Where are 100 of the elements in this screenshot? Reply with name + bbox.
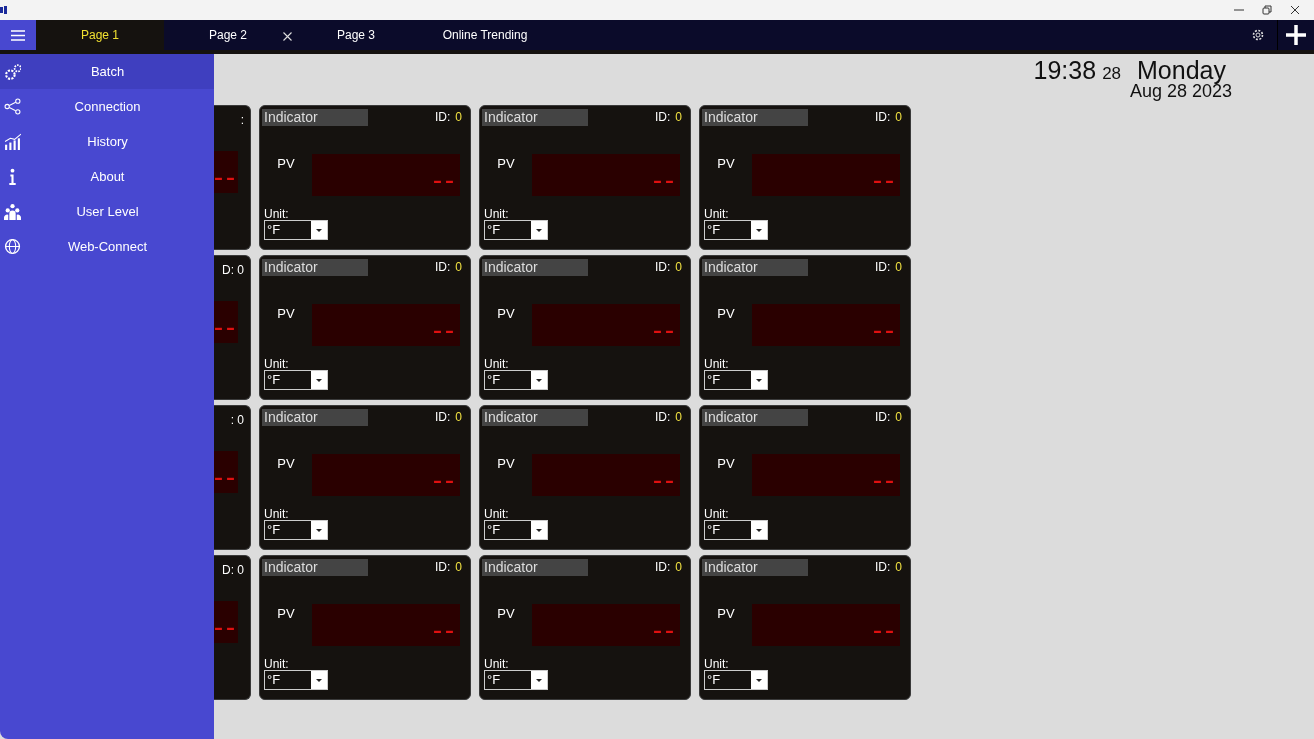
- value-display: --: [214, 151, 238, 193]
- unit-dropdown[interactable]: °F: [264, 370, 328, 390]
- pv-label: PV: [276, 605, 296, 621]
- caret-icon: [756, 378, 762, 382]
- card-title: Indicator: [482, 108, 588, 126]
- value-display: --: [532, 304, 680, 346]
- close-icon[interactable]: [1290, 5, 1300, 15]
- id-label: ID:: [654, 260, 671, 274]
- id-label: ID:: [434, 260, 451, 274]
- tab[interactable]: Page 1: [36, 20, 164, 50]
- unit-label: Unit:: [704, 658, 730, 670]
- value-display: --: [752, 154, 900, 196]
- menu-item[interactable]: Web-Connect: [0, 229, 214, 264]
- pv-label: PV: [496, 155, 516, 171]
- id-label: D: 0: [221, 262, 245, 276]
- tab[interactable]: Online Trending: [420, 20, 550, 50]
- unit-label: Unit:: [264, 358, 290, 370]
- clock-time: 19:38: [1033, 56, 1097, 85]
- menu-item[interactable]: Connection: [0, 89, 214, 124]
- unit-label: Unit:: [704, 358, 730, 370]
- unit-label: Unit:: [264, 208, 290, 220]
- unit-label: Unit:: [264, 658, 290, 670]
- unit-label: Unit:: [484, 658, 510, 670]
- caret-icon: [316, 528, 322, 532]
- id-label: ID:: [874, 560, 891, 574]
- id-label: ID:: [434, 560, 451, 574]
- unit-label: Unit:: [704, 508, 730, 520]
- pv-label: PV: [716, 155, 736, 171]
- card-title: Indicator: [262, 108, 368, 126]
- value-display: --: [214, 451, 238, 493]
- unit-label: Unit:: [484, 208, 510, 220]
- weekday: Monday: [1137, 56, 1226, 84]
- id-label: : 0: [229, 412, 245, 426]
- unit-dropdown[interactable]: °F: [264, 670, 328, 690]
- app-icon: [0, 6, 8, 14]
- id-value: 0: [455, 260, 462, 274]
- card-title: Indicator: [702, 258, 808, 276]
- id-value: 0: [675, 410, 682, 424]
- unit-dropdown[interactable]: °F: [264, 520, 328, 540]
- menu-item[interactable]: Batch: [0, 54, 214, 89]
- value-display: --: [312, 304, 460, 346]
- id-label: ID:: [874, 110, 891, 124]
- pv-label: PV: [716, 455, 736, 471]
- id-label: ID:: [874, 410, 891, 424]
- unit-dropdown[interactable]: °F: [704, 220, 768, 240]
- menu-item[interactable]: About: [0, 159, 214, 194]
- value-display: --: [532, 154, 680, 196]
- settings-icon[interactable]: [1251, 28, 1265, 42]
- tab[interactable]: Page 2: [164, 20, 292, 50]
- card-title: Indicator: [262, 408, 368, 426]
- unit-dropdown[interactable]: °F: [484, 220, 548, 240]
- value-display: --: [214, 601, 238, 643]
- caret-icon: [316, 378, 322, 382]
- unit-label: Unit:: [484, 508, 510, 520]
- caret-icon: [536, 678, 542, 682]
- value-display: --: [532, 604, 680, 646]
- id-value: 0: [675, 260, 682, 274]
- id-value: 0: [455, 110, 462, 124]
- card-title: Indicator: [262, 258, 368, 276]
- unit-dropdown[interactable]: °F: [704, 670, 768, 690]
- tab[interactable]: Page 3: [292, 20, 420, 50]
- unit-dropdown[interactable]: °F: [264, 220, 328, 240]
- menu-icon: [11, 29, 25, 41]
- caret-icon: [756, 678, 762, 682]
- caret-icon: [316, 228, 322, 232]
- unit-dropdown[interactable]: °F: [484, 370, 548, 390]
- caret-icon: [536, 228, 542, 232]
- id-label: :: [239, 112, 245, 126]
- unit-dropdown[interactable]: °F: [484, 670, 548, 690]
- users-icon: [4, 203, 21, 220]
- gears-icon: [4, 63, 21, 80]
- id-label: ID:: [654, 110, 671, 124]
- menu-button[interactable]: [0, 20, 36, 50]
- id-label: ID:: [434, 110, 451, 124]
- id-value: 0: [895, 410, 902, 424]
- pv-label: PV: [496, 605, 516, 621]
- value-display: --: [752, 604, 900, 646]
- unit-dropdown[interactable]: °F: [704, 520, 768, 540]
- id-value: 0: [455, 560, 462, 574]
- plus-icon[interactable]: [1286, 25, 1306, 45]
- id-label: D: 0: [221, 562, 245, 576]
- caret-icon: [536, 528, 542, 532]
- id-label: ID:: [654, 410, 671, 424]
- id-value: 0: [895, 560, 902, 574]
- unit-dropdown[interactable]: °F: [704, 370, 768, 390]
- unit-dropdown[interactable]: °F: [484, 520, 548, 540]
- menu-item[interactable]: History: [0, 124, 214, 159]
- restore-icon[interactable]: [1262, 5, 1272, 15]
- card-title: Indicator: [702, 108, 808, 126]
- menu-item[interactable]: User Level: [0, 194, 214, 229]
- card-title: Indicator: [482, 408, 588, 426]
- clock-seconds: 28: [1102, 64, 1122, 84]
- pv-label: PV: [716, 305, 736, 321]
- value-display: --: [532, 454, 680, 496]
- id-value: 0: [675, 560, 682, 574]
- card-title: Indicator: [482, 558, 588, 576]
- value-display: --: [312, 154, 460, 196]
- card-title: Indicator: [262, 558, 368, 576]
- caret-icon: [536, 378, 542, 382]
- pv-label: PV: [276, 305, 296, 321]
